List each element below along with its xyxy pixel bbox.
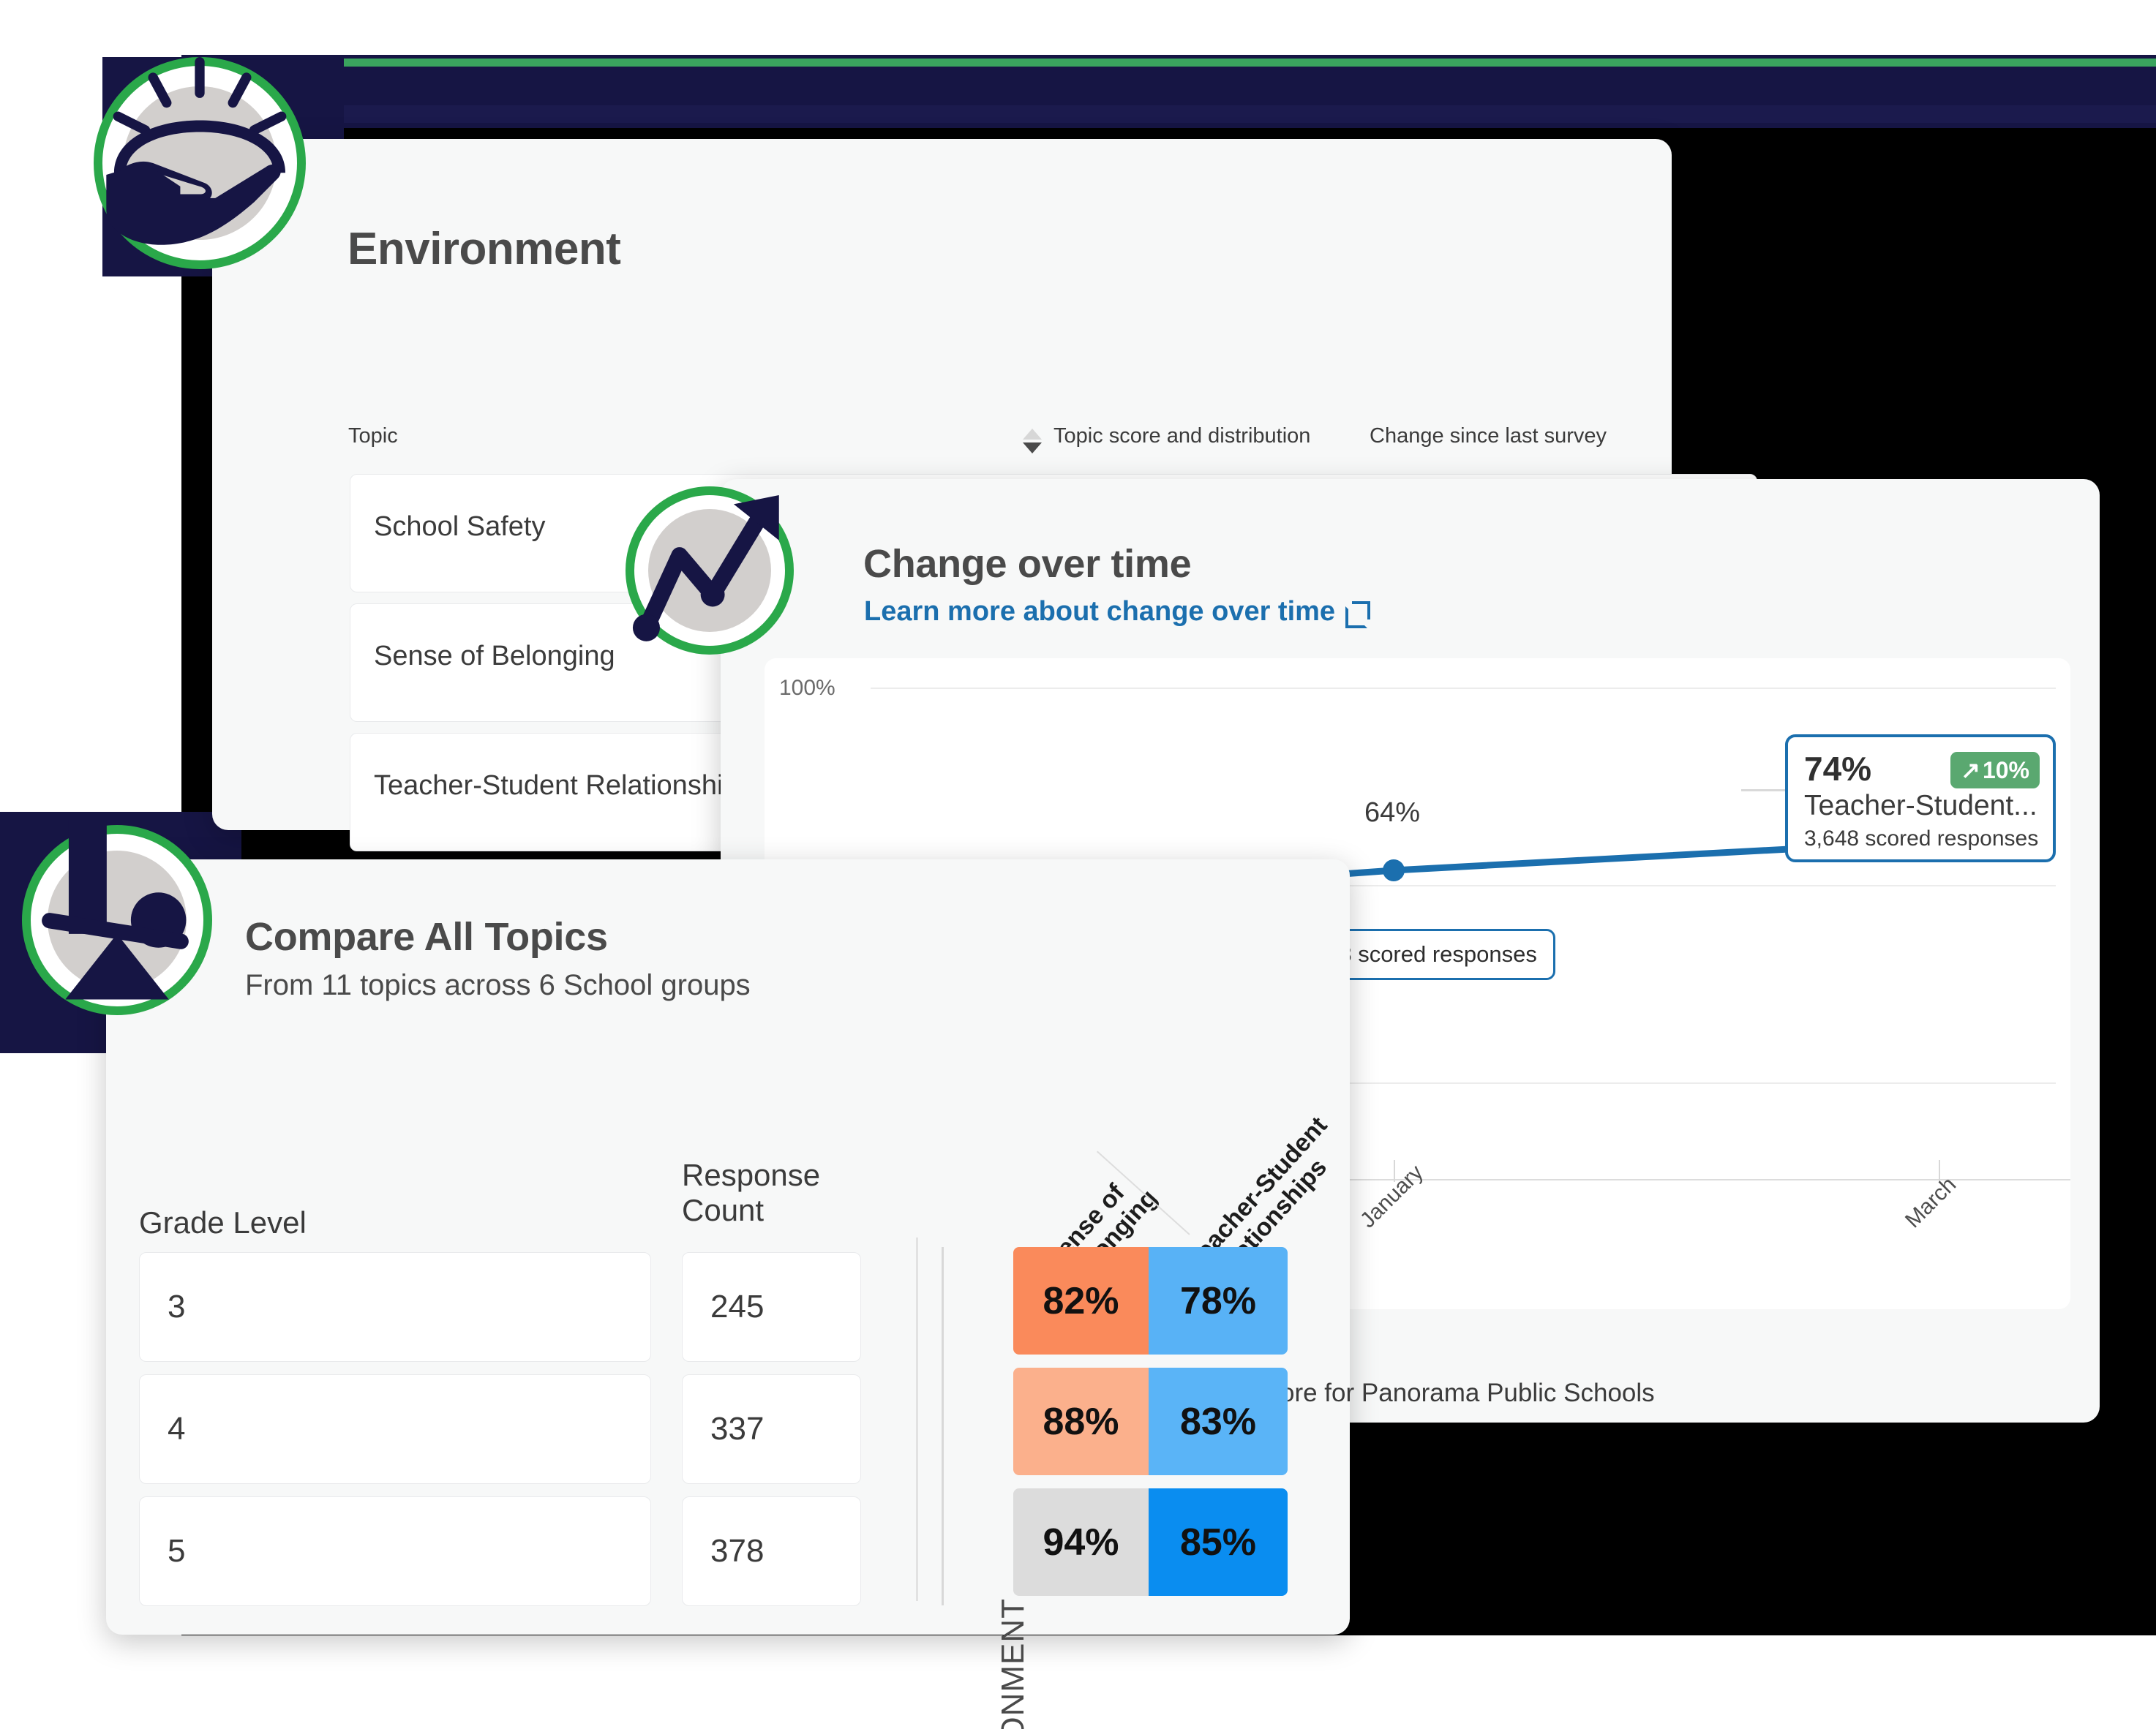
sort-updown-icon[interactable] bbox=[1023, 429, 1042, 455]
backdrop-navy-band-secondary bbox=[181, 105, 2156, 123]
chart-tooltip: 74% ↗ 10% Teacher-Student... 3,648 score… bbox=[1785, 734, 2056, 862]
column-header-topic-score: Topic score and distribution bbox=[1053, 424, 1311, 448]
tooltip-topic: Teacher-Student... bbox=[1804, 790, 2037, 821]
tooltip-leader-line bbox=[1741, 789, 1787, 791]
tooltip-responses: 3,648 scored responses bbox=[1804, 826, 2039, 851]
backdrop-green-accent-line bbox=[315, 59, 2156, 67]
screenshot-root: Environment Topic Topic score and distri… bbox=[0, 0, 2156, 1729]
compare-subtitle: From 11 topics across 6 School groups bbox=[245, 969, 751, 1001]
page-title: Environment bbox=[348, 224, 621, 274]
change-over-time-title: Change over time bbox=[863, 542, 1192, 586]
arrow-up-right-icon: ↗ bbox=[1961, 757, 1980, 783]
chart-data-point[interactable] bbox=[1383, 859, 1405, 881]
external-link-icon bbox=[1345, 600, 1371, 628]
compare-all-topics-card: Compare All Topics From 11 topics across… bbox=[106, 859, 1350, 1635]
chart-point-label: 64% bbox=[1364, 797, 1421, 828]
trend-line-arrow-icon bbox=[626, 486, 794, 655]
hand-holding-icon bbox=[94, 57, 306, 269]
environment-table-header: Topic Topic score and distribution Chang… bbox=[212, 424, 1672, 468]
column-header-topic: Topic bbox=[348, 424, 398, 448]
chart-footer-text: ore for Panorama Public Schools bbox=[1280, 1379, 1655, 1407]
row-topic-label: Teacher-Student Relationships bbox=[374, 770, 753, 801]
compare-title: Compare All Topics bbox=[245, 915, 608, 959]
tooltip-change-badge: ↗ 10% bbox=[1950, 752, 2040, 788]
column-header-change: Change since last survey bbox=[1370, 424, 1607, 448]
learn-more-link[interactable]: Learn more about change over time bbox=[864, 596, 1371, 628]
tooltip-value: 74% bbox=[1804, 750, 1872, 788]
learn-more-label: Learn more about change over time bbox=[864, 596, 1336, 627]
row-topic-label: School Safety bbox=[374, 511, 546, 542]
balance-scale-icon bbox=[22, 820, 212, 1015]
row-topic-label: Sense of Belonging bbox=[374, 641, 615, 671]
